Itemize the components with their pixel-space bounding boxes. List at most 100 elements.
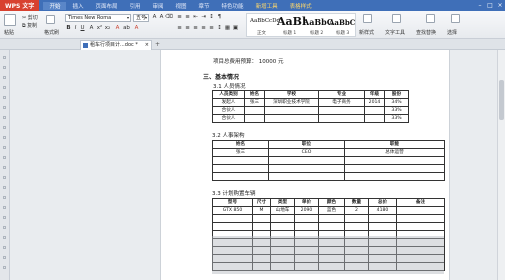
table-cell[interactable] (212, 164, 269, 173)
select-button[interactable]: 选择 (447, 29, 457, 36)
numbering-icon[interactable]: ≡ (184, 14, 191, 21)
strikethrough-icon[interactable]: A (88, 25, 95, 32)
table-cell[interactable] (318, 114, 365, 123)
menu-item-chapter[interactable]: 章节 (193, 2, 216, 10)
table-cell[interactable]: GTX 850 (212, 206, 253, 215)
table-cell[interactable]: 山地车 (270, 206, 295, 215)
table-cell[interactable]: 张三 (212, 148, 269, 157)
select-icon[interactable] (451, 14, 460, 23)
table-cell[interactable] (294, 214, 319, 223)
table-cell[interactable]: CEO (268, 148, 345, 157)
gutter-tool-icon[interactable] (3, 86, 6, 89)
table-cell[interactable]: 2014 (364, 98, 385, 107)
cut-button[interactable]: ✂ 剪切 (22, 14, 38, 21)
decrease-indent-icon[interactable]: ⇤ (192, 14, 199, 21)
highlight-icon[interactable]: ab (123, 25, 130, 32)
gutter-tool-icon[interactable] (3, 126, 6, 129)
table-cell[interactable] (268, 156, 345, 165)
table-cell[interactable] (318, 222, 345, 231)
table-cell[interactable]: 合伙人 (212, 106, 245, 115)
align-left-icon[interactable]: ≡ (176, 25, 183, 32)
document-tab[interactable]: 租车行项目计...doc * × (80, 40, 152, 50)
align-center-icon[interactable]: ≡ (184, 25, 191, 32)
table-cell[interactable] (244, 114, 265, 123)
gutter-tool-icon[interactable] (3, 256, 6, 259)
minimize-icon[interactable]: – (475, 2, 485, 9)
menu-item-view[interactable]: 视图 (170, 2, 193, 10)
table-cell[interactable]: M (252, 206, 271, 215)
text-tools-button[interactable]: 文字工具 (385, 29, 405, 36)
gutter-tool-icon[interactable] (3, 106, 6, 109)
gutter-tool-icon[interactable] (3, 246, 6, 249)
menu-item-home[interactable]: 开始 (43, 1, 67, 10)
table-cell[interactable]: 蓝色 (318, 206, 345, 215)
menu-item-insert[interactable]: 插入 (66, 2, 89, 10)
bold-icon[interactable]: B (65, 25, 72, 32)
table-cell[interactable]: 发起人 (212, 98, 245, 107)
table-cell[interactable] (264, 114, 319, 123)
shading-icon[interactable]: ▣ (232, 25, 239, 32)
menu-item-review[interactable]: 审阅 (147, 2, 170, 10)
gutter-tool-icon[interactable] (3, 56, 6, 59)
find-replace-icon[interactable] (426, 14, 435, 23)
vertical-scrollbar[interactable] (497, 50, 505, 280)
gutter-tool-icon[interactable] (3, 216, 6, 219)
gutter-tool-icon[interactable] (3, 186, 6, 189)
gutter-tool-icon[interactable] (3, 266, 6, 269)
table-cell[interactable] (268, 172, 345, 181)
line-spacing-icon[interactable]: ↕ (216, 25, 223, 32)
grow-font-icon[interactable]: A (151, 14, 158, 21)
table-cell[interactable] (396, 214, 445, 223)
menu-item-special[interactable]: 特色功能 (216, 2, 250, 10)
table-cell[interactable] (212, 172, 269, 181)
gutter-tool-icon[interactable] (3, 116, 6, 119)
borders-icon[interactable]: ▦ (224, 25, 231, 32)
table-cell[interactable] (252, 214, 271, 223)
table-cell[interactable]: 合伙人 (212, 114, 245, 123)
distribute-icon[interactable]: ≡ (208, 25, 215, 32)
scrollbar-thumb[interactable] (499, 80, 504, 120)
table-cell[interactable]: 总体运营 (344, 148, 445, 157)
clear-format-icon[interactable]: ⌫ (165, 14, 173, 21)
gutter-tool-icon[interactable] (3, 146, 6, 149)
format-painter-button[interactable]: 格式刷 (44, 29, 59, 36)
gutter-tool-icon[interactable] (3, 66, 6, 69)
table-cell[interactable] (244, 106, 265, 115)
table-cell[interactable] (344, 214, 369, 223)
gutter-tool-icon[interactable] (3, 206, 6, 209)
new-style-button[interactable]: 新样式 (359, 29, 374, 36)
gutter-tool-icon[interactable] (3, 156, 6, 159)
table-cell[interactable] (396, 222, 445, 231)
menu-item-page-layout[interactable]: 页面布局 (89, 2, 123, 10)
gutter-tool-icon[interactable] (3, 96, 6, 99)
table-cell[interactable]: 4180 (368, 206, 397, 215)
maximize-icon[interactable]: □ (485, 2, 495, 9)
table-cell[interactable] (318, 214, 345, 223)
table-cell[interactable] (344, 222, 369, 231)
increase-indent-icon[interactable]: ⇥ (200, 14, 207, 21)
paste-icon[interactable] (4, 14, 16, 26)
subscript-icon[interactable]: x₂ (104, 25, 111, 32)
table-cell[interactable] (368, 222, 397, 231)
italic-icon[interactable]: I (72, 25, 79, 32)
menu-item-references[interactable]: 引用 (123, 2, 146, 10)
gutter-tool-icon[interactable] (3, 196, 6, 199)
shrink-font-icon[interactable]: A (158, 14, 165, 21)
new-tab-icon[interactable]: + (155, 41, 160, 48)
find-replace-button[interactable]: 查找替换 (416, 29, 436, 36)
table-cell[interactable] (344, 164, 445, 173)
font-size-select[interactable]: 五号 ▾ (133, 14, 149, 22)
table-cell[interactable] (294, 222, 319, 231)
gutter-tool-icon[interactable] (3, 226, 6, 229)
app-menu-button[interactable]: WPS 文字 (0, 0, 40, 11)
table-cell[interactable]: 34% (384, 98, 409, 107)
table-cell[interactable]: 张三 (244, 98, 265, 107)
gutter-tool-icon[interactable] (3, 136, 6, 139)
close-tab-icon[interactable]: × (145, 41, 149, 50)
font-name-select[interactable]: Times New Roma ▾ (65, 14, 131, 22)
table-cell[interactable] (212, 214, 253, 223)
sort-icon[interactable]: ↕ (208, 14, 215, 21)
text-tools-icon[interactable] (392, 14, 401, 23)
copy-button[interactable]: ⧉ 复制 (22, 22, 37, 29)
table-cell[interactable] (344, 172, 445, 181)
